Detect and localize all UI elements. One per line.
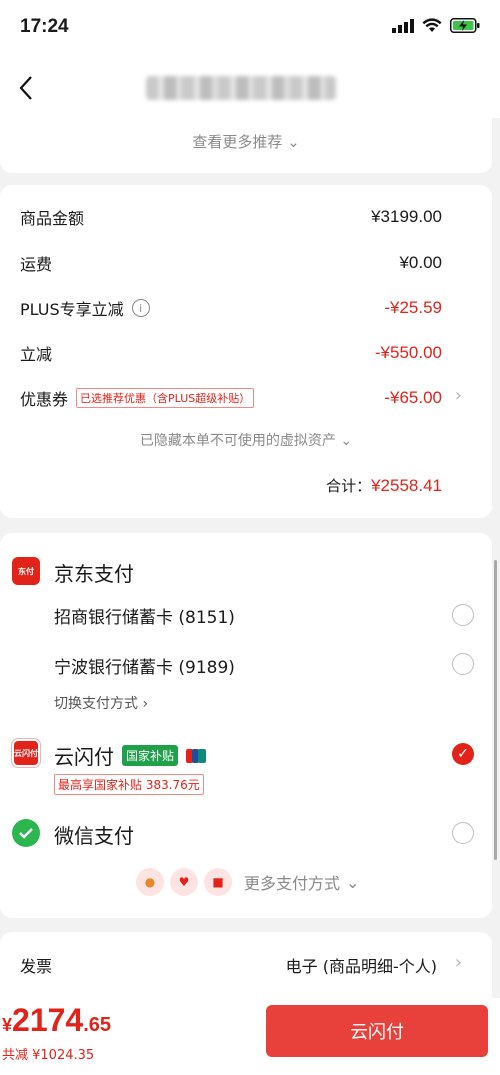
- chevron-right-icon[interactable]: ›: [455, 385, 462, 406]
- jd-pay-icon: 东付: [12, 557, 40, 585]
- info-icon[interactable]: i: [131, 299, 150, 317]
- chevron-down-icon: ⌄: [287, 133, 300, 151]
- signal-icon: [392, 18, 414, 33]
- jd-pay-title: 京东支付: [54, 562, 134, 586]
- summary-label-wrap: PLUS专享立减 i: [20, 296, 150, 320]
- chevron-left-icon: [19, 76, 32, 100]
- invoice-value: 电子 (商品明细-个人): [285, 957, 437, 976]
- payment-app-icon: ●: [136, 868, 164, 896]
- summary-row-goods: 商品金额 ¥3199.00: [20, 202, 442, 232]
- see-more-label: 查看更多推荐: [192, 133, 283, 151]
- bank-card-radio[interactable]: [452, 604, 474, 626]
- bank-card-option[interactable]: 招商银行储蓄卡 (8151): [54, 603, 235, 628]
- wifi-icon: [422, 18, 442, 32]
- payment-methods-card: 东付 京东支付 招商银行储蓄卡 (8151) 宁波银行储蓄卡 (9189) 切换…: [0, 533, 492, 918]
- total-saving: 共减 ¥1024.35: [2, 1048, 95, 1063]
- check-bubble-icon: [19, 828, 33, 839]
- status-icons: [392, 18, 480, 33]
- price-integer: 2174: [12, 1002, 84, 1038]
- summary-label: PLUS专享立减: [20, 300, 124, 319]
- checkout-bar: ¥2174.65 共减 ¥1024.35 云闪付: [0, 998, 500, 1075]
- summary-value: -¥25.59: [384, 298, 442, 317]
- total-label: 合计：: [326, 477, 372, 495]
- navbar: [0, 56, 500, 118]
- wechat-pay-title: 微信支付: [54, 824, 134, 848]
- summary-value: -¥65.00: [384, 388, 442, 407]
- switch-payment-label: 切换支付方式: [54, 696, 138, 712]
- final-price: ¥2174.65: [2, 1002, 111, 1039]
- invoice-label: 发票: [20, 957, 53, 976]
- price-currency: ¥: [2, 1015, 13, 1035]
- order-total: 合计：¥2558.41: [326, 475, 442, 496]
- recommendations-card: 查看更多推荐 ⌄: [0, 118, 492, 173]
- gift-icon: ■: [204, 868, 232, 896]
- blurred-page-title: [146, 76, 336, 100]
- unionpay-radio-checked[interactable]: ✓: [452, 743, 474, 765]
- switch-payment-method[interactable]: 切换支付方式 ›: [54, 693, 148, 713]
- hidden-assets-note[interactable]: 已隐藏本单不可使用的虚拟资产 ⌄: [0, 430, 492, 450]
- pay-button[interactable]: 云闪付: [266, 1005, 488, 1057]
- jd-pay-icon-text: 东付: [18, 566, 34, 576]
- national-subsidy-badge: 国家补贴: [122, 745, 179, 766]
- payment-app-icon: ♥: [170, 868, 198, 896]
- order-summary-card: 商品金额 ¥3199.00 运费 ¥0.00 PLUS专享立减 i -¥25.5…: [0, 185, 492, 518]
- hidden-assets-label: 已隐藏本单不可使用的虚拟资产: [139, 433, 336, 449]
- chevron-down-icon: ⌄: [340, 433, 353, 449]
- invoice-row[interactable]: 发票 电子 (商品明细-个人) ›: [0, 932, 492, 998]
- bank-card-radio[interactable]: [452, 653, 474, 675]
- scrollbar[interactable]: [494, 560, 497, 860]
- chevron-right-icon: ›: [142, 696, 149, 712]
- unionpay-icon-text: 云闪付: [14, 748, 38, 758]
- more-payment-label: 更多支付方式: [244, 874, 341, 893]
- summary-label-wrap: 优惠券 已选推荐优惠（含PLUS超级补贴）: [20, 386, 255, 410]
- back-button[interactable]: [6, 68, 46, 108]
- more-payment-methods[interactable]: ● ♥ ■ 更多支付方式 ⌄: [136, 868, 359, 896]
- bank-card-option[interactable]: 宁波银行储蓄卡 (9189): [54, 653, 235, 678]
- invoice-content: 发票 电子 (商品明细-个人): [20, 950, 437, 980]
- unionpay-title: 云闪付: [54, 745, 114, 769]
- summary-label: 商品金额: [20, 209, 85, 228]
- wechat-pay-icon: [12, 819, 40, 847]
- status-time: 17:24: [20, 16, 69, 37]
- coupon-tag: 已选推荐优惠（含PLUS超级补贴）: [76, 388, 255, 408]
- unionpay-card-icon: [186, 748, 207, 763]
- total-value: ¥2558.41: [371, 476, 442, 495]
- checkmark-icon: ✓: [457, 746, 469, 762]
- summary-row-shipping: 运费 ¥0.00: [20, 248, 442, 278]
- summary-value: -¥550.00: [374, 343, 442, 362]
- chevron-down-icon: ⌄: [346, 872, 360, 892]
- summary-row-coupon[interactable]: 优惠券 已选推荐优惠（含PLUS超级补贴） -¥65.00: [20, 383, 442, 413]
- summary-value: ¥0.00: [399, 253, 442, 272]
- unionpay-icon: 云闪付: [12, 739, 40, 767]
- battery-charging-icon: [450, 18, 480, 33]
- summary-value: ¥3199.00: [371, 207, 442, 226]
- summary-row-plus-discount: PLUS专享立减 i -¥25.59: [20, 293, 442, 323]
- unionpay-title-row: 云闪付 国家补贴: [54, 741, 207, 770]
- summary-row-discount: 立减 -¥550.00: [20, 338, 442, 368]
- wechat-pay-radio[interactable]: [452, 822, 474, 844]
- summary-label: 优惠券: [20, 390, 69, 409]
- summary-label: 立减: [20, 345, 53, 364]
- unionpay-subsidy-tag: 最高享国家补贴 383.76元: [54, 774, 204, 795]
- chevron-right-icon: ›: [454, 952, 462, 973]
- status-bar: 17:24: [0, 0, 500, 56]
- price-decimal: .65: [83, 1014, 112, 1036]
- summary-label: 运费: [20, 255, 53, 274]
- see-more-recommendations[interactable]: 查看更多推荐 ⌄: [0, 131, 492, 152]
